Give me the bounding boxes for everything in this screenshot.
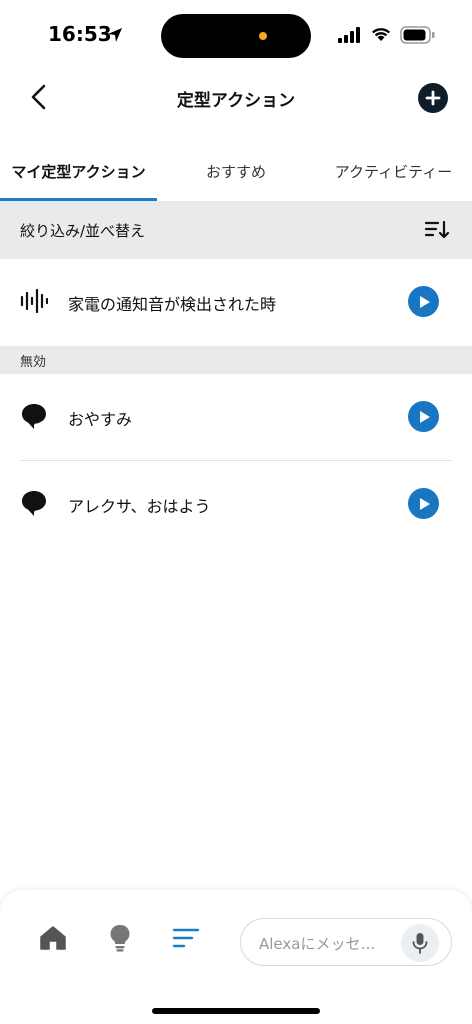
routine-row[interactable]: 家電の通知音が検出された時 <box>0 259 472 345</box>
play-icon <box>419 497 430 510</box>
section-header-disabled: 無効 <box>0 346 472 374</box>
play-button[interactable] <box>408 286 439 317</box>
tab-my-routines[interactable]: マイ定型アクション <box>0 142 157 200</box>
alexa-message-input[interactable]: Alexaにメッセ… <box>240 918 452 966</box>
play-icon <box>419 410 430 423</box>
home-icon <box>40 926 66 950</box>
microphone-button[interactable] <box>401 924 439 962</box>
add-routine-button[interactable] <box>418 83 448 113</box>
alexa-input-placeholder: Alexaにメッセ… <box>259 935 376 953</box>
filter-sort-label: 絞り込み/並べ替え <box>20 222 146 240</box>
nav-devices-button[interactable] <box>104 922 136 954</box>
section-label: 無効 <box>20 355 47 370</box>
routines-icon <box>172 928 200 948</box>
sound-wave-icon <box>20 287 48 315</box>
nav-home-button[interactable] <box>37 922 69 954</box>
speech-bubble-icon <box>20 489 48 517</box>
sort-icon[interactable] <box>424 219 450 241</box>
status-bar: 16:53 <box>0 0 472 70</box>
routine-row[interactable]: アレクサ、おはよう <box>0 461 472 547</box>
play-button[interactable] <box>408 488 439 519</box>
bottom-nav-bar: Alexaにメッセ… <box>0 890 472 1024</box>
plus-icon <box>425 90 441 106</box>
cellular-signal-icon <box>338 27 360 43</box>
page-title: 定型アクション <box>176 91 296 111</box>
header: 定型アクション <box>0 70 472 126</box>
tab-recommended[interactable]: おすすめ <box>157 142 315 200</box>
tab-activity[interactable]: アクティビティー <box>315 142 472 200</box>
microphone-icon <box>412 933 428 954</box>
routine-label: 家電の通知音が検出された時 <box>68 295 277 314</box>
dynamic-island <box>161 14 311 58</box>
speech-bubble-icon <box>20 402 48 430</box>
location-arrow-icon <box>108 28 122 42</box>
routine-label: おやすみ <box>68 410 133 429</box>
status-time: 16:53 <box>48 22 112 46</box>
wifi-icon <box>372 28 390 41</box>
filter-sort-bar[interactable]: 絞り込み/並べ替え <box>0 202 472 259</box>
camera-indicator-dot <box>259 32 267 40</box>
play-icon <box>419 295 430 308</box>
lightbulb-icon <box>110 925 130 952</box>
battery-icon <box>400 26 435 44</box>
routine-row[interactable]: おやすみ <box>0 374 472 461</box>
home-indicator <box>152 1008 320 1014</box>
nav-more-button[interactable] <box>170 922 202 954</box>
play-button[interactable] <box>408 401 439 432</box>
routine-label: アレクサ、おはよう <box>68 497 211 516</box>
active-tab-indicator <box>0 198 157 201</box>
tab-bar: マイ定型アクション おすすめ アクティビティー <box>0 142 472 202</box>
